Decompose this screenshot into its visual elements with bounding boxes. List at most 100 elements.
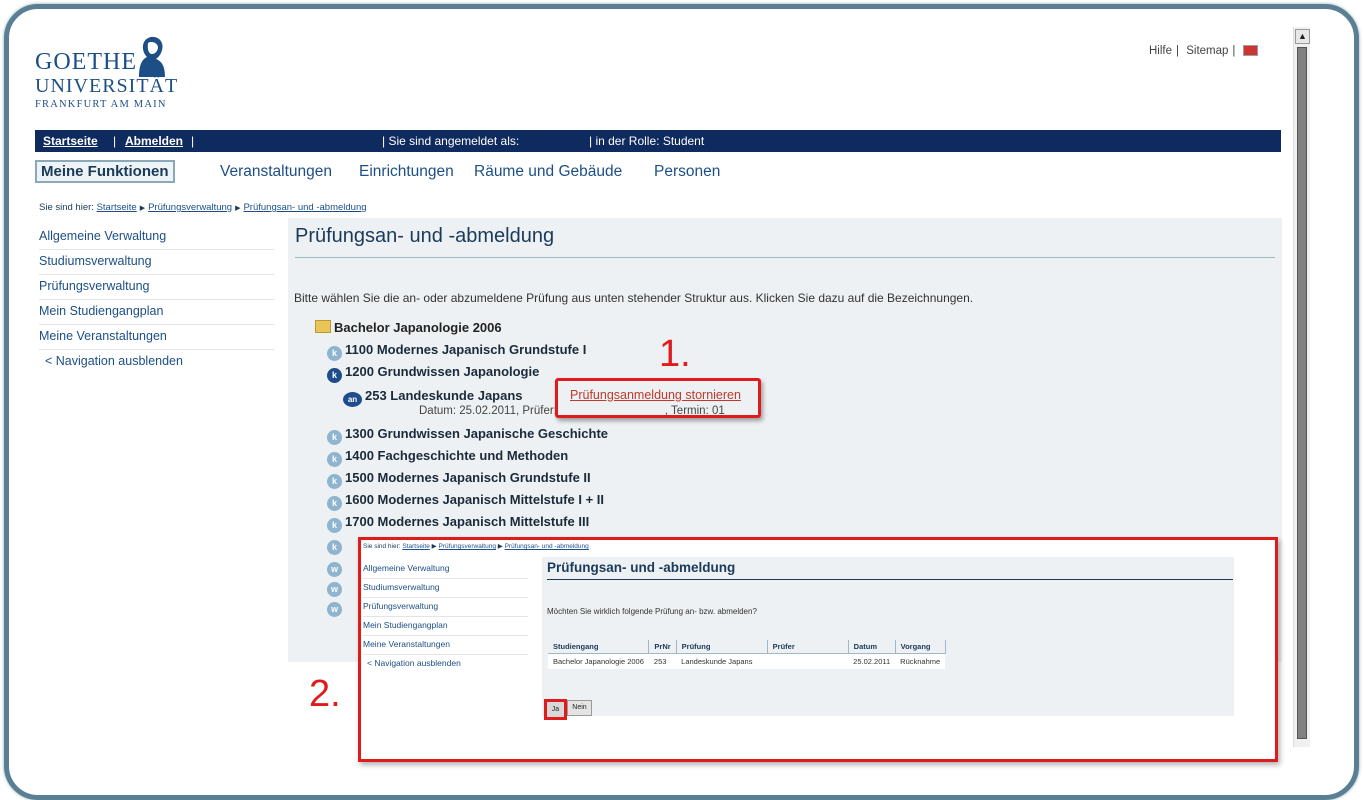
module-k-icon: k	[327, 474, 342, 489]
sidebar-item-pruefungsverwaltung[interactable]: Prüfungsverwaltung	[39, 275, 274, 300]
nein-button[interactable]: Nein	[567, 700, 592, 716]
sidebar: Allgemeine Verwaltung Studiumsverwaltung…	[39, 225, 274, 374]
nav-startseite-link[interactable]: Startseite	[43, 134, 98, 148]
tree-node-1100[interactable]: k 1100 Modernes Japanisch Grundstufe I	[327, 342, 586, 361]
module-k-icon: k	[327, 452, 342, 467]
inset-breadcrumb-pruefungsan[interactable]: Prüfungsan- und -abmeldung	[505, 543, 589, 550]
cell-datum: 25.02.2011	[848, 653, 896, 669]
step-2-label: 2.	[309, 673, 341, 715]
separator: |	[1176, 45, 1180, 57]
breadcrumb-arrow-icon: ▶	[235, 205, 241, 212]
inset-sidebar-item[interactable]: Prüfungsverwaltung	[363, 598, 528, 617]
inset-confirm-question: Möchten Sie wirklich folgende Prüfung an…	[547, 607, 757, 616]
tree-node-hidden[interactable]: w	[327, 598, 345, 617]
sidebar-item-studiumsverwaltung[interactable]: Studiumsverwaltung	[39, 250, 274, 275]
breadcrumb-startseite[interactable]: Startseite	[97, 202, 137, 213]
col-pruefung: Prüfung	[676, 640, 768, 654]
logged-in-as-text: | Sie sind angemeldet als:	[382, 134, 520, 148]
menu-veranstaltungen[interactable]: Veranstaltungen	[220, 163, 332, 181]
tree-node-1500[interactable]: k 1500 Modernes Japanisch Grundstufe II	[327, 470, 591, 489]
tree-root-program[interactable]: Bachelor Japanologie 2006	[315, 320, 502, 335]
logo-goethe-text: GOETHE	[35, 49, 137, 75]
table-header-row: Studiengang PrNr Prüfung Prüfer Datum Vo…	[548, 640, 946, 654]
vertical-scrollbar[interactable]: ▲	[1293, 27, 1310, 747]
title-divider	[295, 257, 1275, 258]
module-k-icon: k	[327, 496, 342, 511]
top-navbar: Startseite | Abmelden | | Sie sind angem…	[35, 130, 1281, 152]
sitemap-link[interactable]: Sitemap	[1186, 45, 1228, 57]
breadcrumb-pruefungsan-abmeldung[interactable]: Prüfungsan- und -abmeldung	[243, 202, 366, 213]
module-w-icon: w	[327, 562, 342, 577]
navigation-hide-toggle[interactable]: < Navigation ausblenden	[39, 350, 274, 374]
module-k-icon: k	[327, 540, 342, 555]
tree-node-hidden[interactable]: k	[327, 536, 345, 555]
tree-node-hidden[interactable]: w	[327, 558, 345, 577]
module-k-icon: k	[327, 518, 342, 533]
tree-node-hidden[interactable]: w	[327, 578, 345, 597]
inset-content-panel	[542, 557, 1234, 716]
inset-sidebar-item[interactable]: Studiumsverwaltung	[363, 579, 528, 598]
inset-sidebar-item[interactable]: Meine Veranstaltungen	[363, 636, 528, 655]
tree-node-1700[interactable]: k 1700 Modernes Japanisch Mittelstufe III	[327, 514, 589, 533]
logo-city-text: FRANKFURT AM MAIN	[35, 99, 167, 110]
step-1-highlight-box	[555, 378, 761, 418]
help-link[interactable]: Hilfe	[1149, 45, 1172, 57]
sidebar-item-veranstaltungen[interactable]: Meine Veranstaltungen	[39, 325, 274, 350]
instruction-text: Bitte wählen Sie die an- oder abzumelden…	[294, 291, 974, 305]
folder-icon	[315, 320, 331, 333]
inset-breadcrumb: Sie sind hier: Startseite ▶ Prüfungsverw…	[363, 543, 589, 550]
cell-vorgang: Rücknahme	[895, 653, 946, 669]
inset-sidebar-item[interactable]: Allgemeine Verwaltung	[363, 560, 528, 579]
inset-title-divider	[547, 579, 1233, 580]
sidebar-item-studiengangplan[interactable]: Mein Studiengangplan	[39, 300, 274, 325]
scroll-thumb[interactable]	[1297, 47, 1307, 739]
cell-studiengang: Bachelor Japanologie 2006	[548, 653, 649, 669]
tree-node-1600[interactable]: k 1600 Modernes Japanisch Mittelstufe I +…	[327, 492, 604, 511]
cell-pruefung: Landeskunde Japans	[676, 653, 768, 669]
module-k-icon: k	[327, 430, 342, 445]
inset-sidebar: Allgemeine Verwaltung Studiumsverwaltung…	[363, 560, 528, 673]
inset-sidebar-item[interactable]: Mein Studiengangplan	[363, 617, 528, 636]
sidebar-item-allgemeine-verwaltung[interactable]: Allgemeine Verwaltung	[39, 225, 274, 250]
registered-an-icon: an	[343, 392, 362, 407]
scroll-up-arrow-icon[interactable]: ▲	[1295, 29, 1310, 44]
page-title: Prüfungsan- und -abmeldung	[295, 225, 555, 247]
col-pruefer: Prüfer	[767, 640, 849, 654]
breadcrumb-arrow-icon: ▶	[139, 205, 146, 212]
separator: |	[113, 134, 117, 148]
menu-einrichtungen[interactable]: Einrichtungen	[359, 163, 454, 181]
col-vorgang: Vorgang	[895, 640, 946, 654]
module-k-icon: k	[327, 346, 342, 361]
step-1-label: 1.	[659, 333, 691, 375]
top-links: Hilfe | Sitemap |	[1149, 45, 1262, 57]
separator: |	[191, 134, 195, 148]
inset-breadcrumb-pruefungsverwaltung[interactable]: Prüfungsverwaltung	[438, 543, 495, 550]
module-w-icon: w	[327, 582, 342, 597]
role-text: | in der Rolle: Student	[589, 134, 705, 148]
confirmation-inset: Sie sind hier: Startseite ▶ Prüfungsverw…	[358, 537, 1278, 762]
breadcrumb-prefix: Sie sind hier:	[39, 202, 94, 213]
tree-node-1200[interactable]: k 1200 Grundwissen Japanologie	[327, 364, 539, 383]
cell-prnr: 253	[648, 653, 677, 669]
separator: |	[1232, 45, 1236, 57]
col-studiengang: Studiengang	[548, 640, 650, 654]
nav-abmelden-link[interactable]: Abmelden	[125, 134, 183, 148]
cell-pruefer	[767, 653, 849, 669]
inset-page-title: Prüfungsan- und -abmeldung	[547, 560, 736, 575]
menu-meine-funktionen[interactable]: Meine Funktionen	[35, 160, 175, 183]
confirm-ja-button[interactable]: Ja	[544, 699, 567, 720]
inset-exam-table: Studiengang PrNr Prüfung Prüfer Datum Vo…	[548, 640, 946, 669]
goethe-portrait-icon	[139, 36, 165, 77]
module-w-icon: w	[327, 602, 342, 617]
table-row: Bachelor Japanologie 2006 253 Landeskund…	[548, 653, 946, 669]
inset-navigation-toggle[interactable]: < Navigation ausblenden	[363, 655, 528, 673]
logo-universitaet-text: UNIVERSITÄT	[35, 75, 179, 97]
menu-raeume-gebaeude[interactable]: Räume und Gebäude	[474, 163, 622, 181]
breadcrumb-pruefungsverwaltung[interactable]: Prüfungsverwaltung	[148, 202, 232, 213]
tree-node-1300[interactable]: k 1300 Grundwissen Japanische Geschichte	[327, 426, 608, 445]
menu-personen[interactable]: Personen	[654, 163, 720, 181]
screenshot-frame: ▲ GOETHE UNIVERSITÄT FRANKFURT AM MAIN H…	[4, 4, 1359, 800]
tree-node-1400[interactable]: k 1400 Fachgeschichte und Methoden	[327, 448, 568, 467]
english-flag-icon[interactable]	[1242, 45, 1258, 57]
inset-breadcrumb-startseite[interactable]: Startseite	[402, 543, 429, 550]
